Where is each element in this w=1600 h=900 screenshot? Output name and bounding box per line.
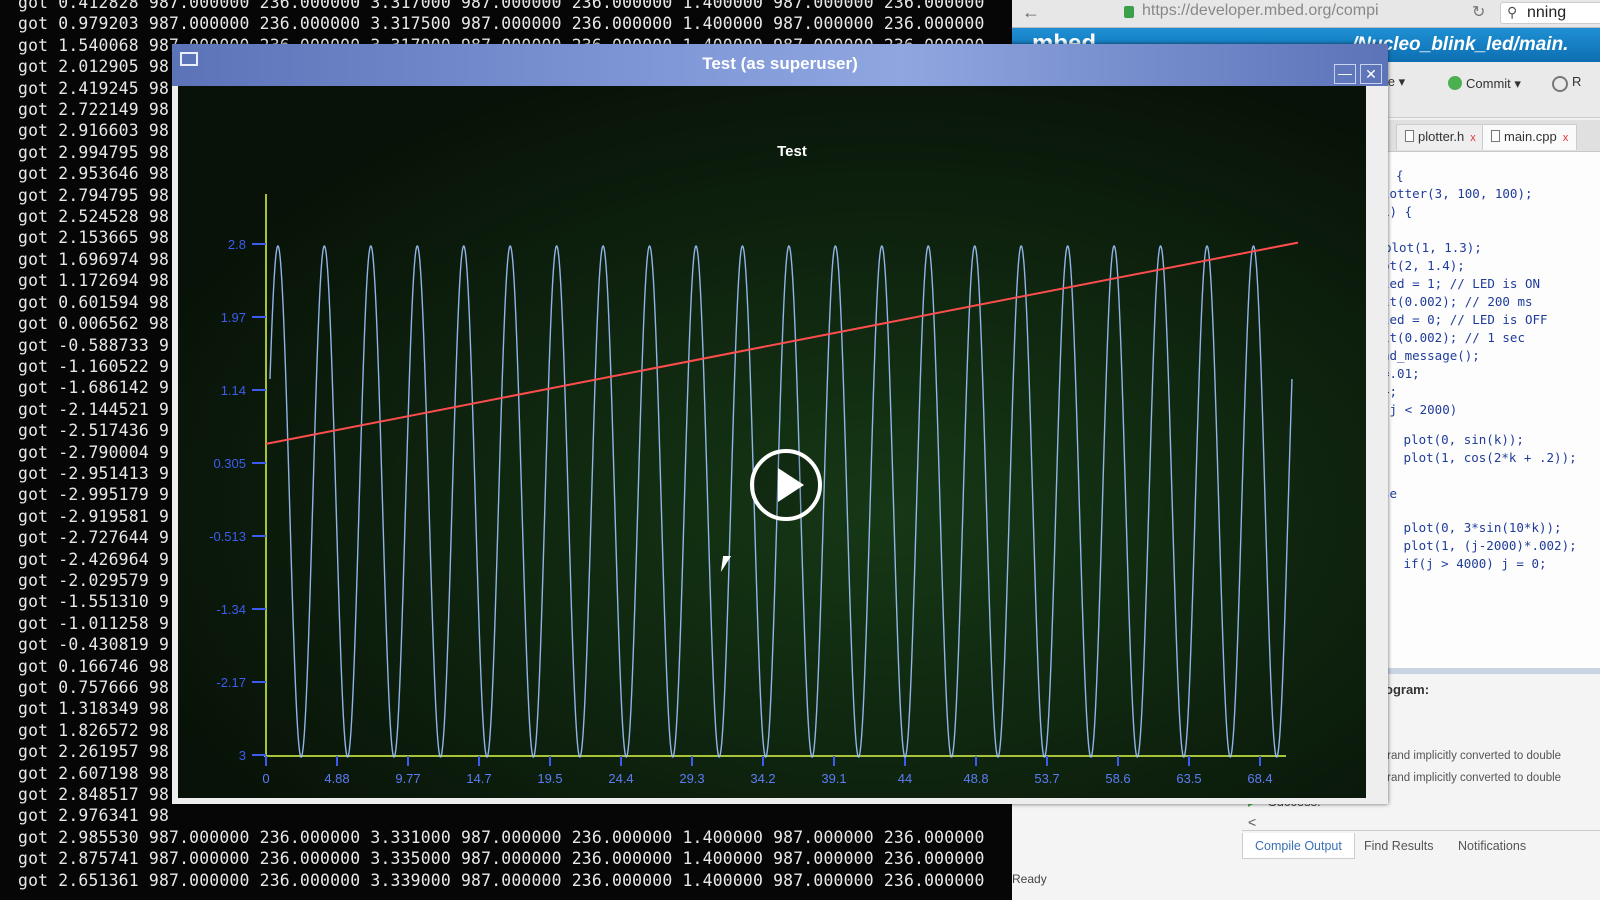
- code-line: plot(0, 3*sin(10*k));: [1396, 520, 1562, 535]
- tab-find-results[interactable]: Find Results: [1352, 833, 1445, 859]
- lock-icon: [1124, 6, 1134, 18]
- code-line: led = 0; // LED is OFF: [1382, 312, 1548, 327]
- code-line: {: [1396, 168, 1404, 183]
- revision-icon[interactable]: [1552, 76, 1568, 92]
- x-tick-label: 14.7: [466, 771, 491, 786]
- plot-window[interactable]: Test (as superuser) — ✕ Test 2.8 1.97 1.14 0…: [172, 44, 1388, 804]
- y-tick-label: 2.8: [228, 237, 246, 252]
- tab-label: plotter.h: [1418, 129, 1465, 144]
- play-icon: [778, 468, 804, 502]
- terminal-line: got 2.976341 98: [18, 806, 170, 826]
- y-tick-label: 1.14: [221, 383, 246, 398]
- code-line: it(0.002); // 1 sec: [1382, 330, 1525, 345]
- terminal-line: got 0.979203 987.000000 236.000000 3.317…: [18, 14, 985, 34]
- code-line: led = 1; // LED is ON: [1382, 276, 1541, 291]
- y-tick-label: 1.97: [221, 310, 246, 325]
- terminal-line: got 2.875741 987.000000 236.000000 3.335…: [18, 849, 985, 869]
- code-line: plot(0, sin(k));: [1396, 432, 1524, 447]
- y-tick-label: -2.17: [216, 675, 246, 690]
- plot-area: Test 2.8 1.97 1.14 0.305 -0.513 -1.34 -2.17 3 0 4.…: [178, 86, 1366, 798]
- y-tick-label: 0.305: [213, 456, 246, 471]
- url-text[interactable]: https://developer.mbed.org/compi: [1142, 2, 1379, 20]
- x-tick-label: 68.4: [1247, 771, 1272, 786]
- terminal-line: got 2.985530 987.000000 236.000000 3.331…: [18, 827, 985, 847]
- revision-label[interactable]: R: [1572, 74, 1581, 89]
- close-button[interactable]: ✕: [1360, 64, 1382, 84]
- x-tick-label: 29.3: [679, 771, 704, 786]
- line-chart: Test 2.8 1.97 1.14 0.305 -0.513 -1.34 -2.17 3 0 4.…: [209, 143, 1299, 786]
- play-button[interactable]: [750, 449, 822, 521]
- y-tick-label: -0.513: [209, 529, 246, 544]
- warning-message[interactable]: operand implicitly converted to double: [1368, 772, 1561, 784]
- editor-tabs: plotter.h x main.cpp x: [1382, 120, 1600, 152]
- x-tick-label: 24.4: [608, 771, 633, 786]
- code-line: nd_message();: [1382, 348, 1480, 363]
- y-tick-label: 3: [239, 748, 246, 763]
- x-tick-label: 44: [898, 771, 912, 786]
- tab-compile-output[interactable]: Compile Output: [1242, 833, 1355, 859]
- search-text: nning: [1527, 4, 1567, 21]
- code-line: if(j > 4000) j = 0;: [1396, 556, 1547, 571]
- x-tick-label: 48.8: [963, 771, 988, 786]
- code-line: (j < 2000): [1382, 402, 1458, 417]
- x-tick-label: 19.5: [537, 771, 562, 786]
- output-tabs: Compile Output Find Results Notification…: [1242, 830, 1600, 860]
- close-tab-icon[interactable]: x: [1470, 132, 1476, 144]
- code-line: plot(1, (j-2000)*.002);: [1396, 538, 1577, 553]
- commit-button[interactable]: Commit ▾: [1442, 72, 1527, 98]
- x-tick-label: 4.88: [324, 771, 349, 786]
- scroll-left-icon[interactable]: <: [1248, 814, 1256, 830]
- code-line: plot(1, 1.3);: [1384, 240, 1482, 255]
- x-tick-label: 39.1: [821, 771, 846, 786]
- file-icon: [1405, 130, 1414, 142]
- commit-label: Commit: [1466, 76, 1511, 91]
- reload-icon[interactable]: ↻: [1472, 2, 1485, 22]
- code-line: ot(2, 1.4);: [1382, 258, 1465, 273]
- x-tick-label: 9.77: [395, 771, 420, 786]
- file-icon: [1491, 130, 1500, 142]
- code-line: plot(1, cos(2*k + .2));: [1396, 450, 1577, 465]
- terminal-line: got 2.651361 987.000000 236.000000 3.339…: [18, 870, 985, 890]
- x-tick-label: 53.7: [1034, 771, 1059, 786]
- x-tick-label: 34.2: [750, 771, 775, 786]
- tab-plotter-h[interactable]: plotter.h x: [1396, 124, 1485, 150]
- warning-message[interactable]: operand implicitly converted to double: [1368, 750, 1561, 762]
- x-tick-label: 63.5: [1176, 771, 1201, 786]
- code-line: it(0.002); // 200 ms: [1382, 294, 1533, 309]
- code-line: lotter(3, 100, 100);: [1382, 186, 1533, 201]
- minimize-button[interactable]: —: [1334, 64, 1356, 84]
- commit-icon: [1448, 76, 1462, 90]
- window-title: Test (as superuser): [702, 54, 858, 73]
- search-input[interactable]: ⚲ nning: [1500, 2, 1600, 24]
- status-text: Ready: [1012, 872, 1047, 886]
- y-tick-label: -1.34: [216, 602, 246, 617]
- tab-main-cpp[interactable]: main.cpp x: [1482, 124, 1578, 150]
- address-bar[interactable]: ← https://developer.mbed.org/compi ↻ ⚲ n…: [1012, 0, 1600, 28]
- chart-title: Test: [777, 143, 807, 160]
- window-title-bar[interactable]: Test (as superuser) — ✕: [172, 44, 1388, 86]
- x-tick-label: 0: [262, 771, 269, 786]
- tab-notifications[interactable]: Notifications: [1446, 833, 1538, 859]
- back-icon[interactable]: ←: [1022, 2, 1040, 23]
- x-tick-label: 58.6: [1105, 771, 1130, 786]
- search-icon: ⚲: [1507, 4, 1518, 20]
- close-tab-icon[interactable]: x: [1563, 132, 1569, 144]
- tab-label: main.cpp: [1504, 129, 1557, 144]
- terminal-line: got 0.412828 987.000000 236.000000 3.317…: [18, 0, 985, 12]
- code-editor[interactable]: {lotter(3, 100, 100); 1) {plot(1, 1.3); ot…: [1382, 152, 1600, 670]
